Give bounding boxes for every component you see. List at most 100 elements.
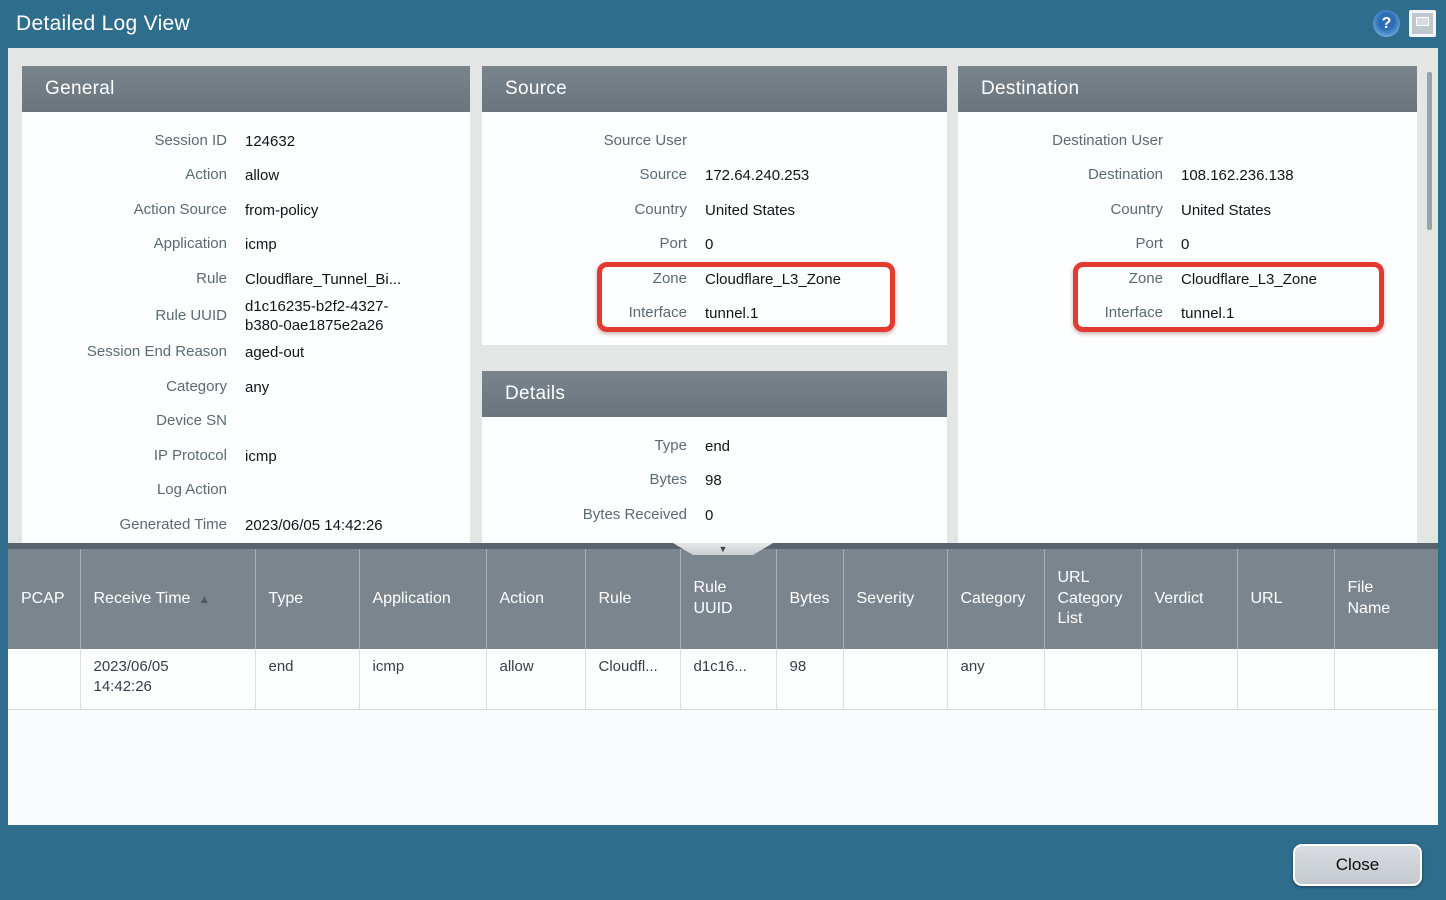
close-button[interactable]: Close (1293, 844, 1422, 886)
column-header-severity[interactable]: Severity (843, 549, 947, 649)
column-header-url-category-list[interactable]: URL Category List (1044, 549, 1141, 649)
field-row: Action Source from-policy (22, 193, 470, 228)
field-label: Rule UUID (22, 307, 227, 326)
vertical-scrollbar-thumb[interactable] (1427, 72, 1432, 230)
column-header-application[interactable]: Application (359, 549, 486, 649)
log-table: PCAP Receive Time▲ Type Application Acti… (8, 549, 1438, 710)
table-row[interactable]: 2023/06/05 14:42:26 end icmp allow Cloud… (8, 649, 1438, 709)
field-row: Destination108.162.236.138 (958, 159, 1417, 194)
field-row: Actionallow (22, 159, 470, 194)
field-value: United States (1181, 201, 1271, 221)
field-value: d1c16235-b2f2-4327-b380-0ae1875e2a26 (245, 297, 413, 336)
field-label: Country (958, 201, 1163, 220)
column-header-type[interactable]: Type (255, 549, 359, 649)
field-label: Device SN (22, 412, 227, 431)
panel-destination-header: Destination (958, 66, 1417, 112)
column-header-bytes[interactable]: Bytes (776, 549, 843, 649)
cell-url (1237, 649, 1334, 709)
field-value: from-policy (245, 201, 318, 221)
field-row: Interfacetunnel.1 (958, 297, 1417, 332)
column-header-receive-time[interactable]: Receive Time▲ (80, 549, 255, 649)
page-title: Detailed Log View (0, 12, 190, 36)
field-row: Country United States (482, 193, 947, 228)
field-value: 98 (705, 471, 722, 491)
field-row: Country United States (958, 193, 1417, 228)
column-header-rule[interactable]: Rule (585, 549, 680, 649)
sort-ascending-icon: ▲ (198, 592, 210, 606)
field-label: IP Protocol (22, 447, 227, 466)
field-label: Interface (482, 304, 687, 323)
detailed-log-view-dialog: Detailed Log View ? General Session ID12… (0, 0, 1446, 900)
field-row: Interface tunnel.1 (482, 297, 947, 332)
field-label: Bytes (482, 471, 687, 490)
field-value: end (705, 437, 730, 457)
field-value: icmp (245, 235, 277, 255)
field-value: United States (705, 201, 795, 221)
field-value: aged-out (245, 343, 304, 363)
field-label: Application (22, 235, 227, 254)
cell-bytes: 98 (776, 649, 843, 709)
cell-receive-time: 2023/06/05 14:42:26 (80, 649, 255, 709)
column-header-pcap[interactable]: PCAP (8, 549, 80, 649)
field-row: Typeend (482, 429, 947, 464)
field-label: Action Source (22, 201, 227, 220)
column-header-url[interactable]: URL (1237, 549, 1334, 649)
cell-severity (843, 649, 947, 709)
field-label: Zone (958, 270, 1163, 289)
field-row: ZoneCloudflare_L3_Zone (958, 262, 1417, 297)
field-label: Country (482, 201, 687, 220)
field-value: 0 (705, 506, 713, 526)
field-value: 0 (1181, 235, 1189, 255)
field-row: Port0 (958, 228, 1417, 263)
field-value: icmp (245, 447, 277, 467)
field-value: Cloudflare_Tunnel_Bi... (245, 270, 401, 290)
field-row: Bytes 98 (482, 464, 947, 499)
field-value: 108.162.236.138 (1181, 166, 1294, 186)
cell-url-category-list (1044, 649, 1141, 709)
field-value: 0 (705, 235, 713, 255)
cell-type: end (255, 649, 359, 709)
field-row: ZoneCloudflare_L3_Zone (482, 262, 947, 297)
cell-rule-uuid: d1c16... (680, 649, 776, 709)
field-row: Rule Cloudflare_Tunnel_Bi... (22, 262, 470, 297)
cell-category: any (947, 649, 1044, 709)
panel-general-header: General (22, 66, 470, 112)
panel-details: Details Typeend Bytes98 Bytes Received0 (482, 371, 947, 543)
panel-details-content: Typeend Bytes 98 Bytes Received 0 (482, 417, 947, 533)
field-row: Log Action (22, 474, 470, 509)
table-header-row: PCAP Receive Time▲ Type Application Acti… (8, 549, 1438, 649)
panel-source-content: Source User Source172.64.240.253 Country… (482, 112, 947, 331)
field-row: Session ID124632 (22, 124, 470, 159)
field-label: Source (482, 166, 687, 185)
field-label: Source User (482, 132, 687, 151)
maximize-icon-inner (1416, 17, 1429, 26)
field-label: Action (22, 166, 227, 185)
title-bar: Detailed Log View ? (0, 0, 1446, 48)
field-value: 124632 (245, 132, 295, 152)
column-header-action[interactable]: Action (486, 549, 585, 649)
field-row: Generated Time2023/06/05 14:42:26 (22, 508, 470, 543)
maximize-icon[interactable] (1409, 10, 1436, 37)
cell-file-name (1334, 649, 1438, 709)
log-table-area: PCAP Receive Time▲ Type Application Acti… (8, 549, 1438, 825)
field-row: Device SN (22, 405, 470, 440)
field-label: Category (22, 378, 227, 397)
column-header-category[interactable]: Category (947, 549, 1044, 649)
cell-rule: Cloudfl... (585, 649, 680, 709)
help-icon[interactable]: ? (1373, 10, 1400, 37)
field-value: any (245, 378, 269, 398)
panel-destination: Destination Destination User Destination… (958, 66, 1417, 543)
panel-source: Source Source User Source172.64.240.253 … (482, 66, 947, 345)
field-label: Bytes Received (482, 506, 687, 525)
panel-source-header: Source (482, 66, 947, 112)
field-row: Source172.64.240.253 (482, 159, 947, 194)
column-header-rule-uuid[interactable]: Rule UUID (680, 549, 776, 649)
field-row: Category any (22, 370, 470, 405)
column-header-file-name[interactable]: File Name (1334, 549, 1438, 649)
field-value: tunnel.1 (705, 304, 758, 324)
field-label: Generated Time (22, 516, 227, 535)
field-row: Rule UUID d1c16235-b2f2-4327-b380-0ae1875… (22, 297, 470, 336)
column-header-verdict[interactable]: Verdict (1141, 549, 1237, 649)
field-label: Rule (22, 270, 227, 289)
field-label: Interface (958, 304, 1163, 323)
